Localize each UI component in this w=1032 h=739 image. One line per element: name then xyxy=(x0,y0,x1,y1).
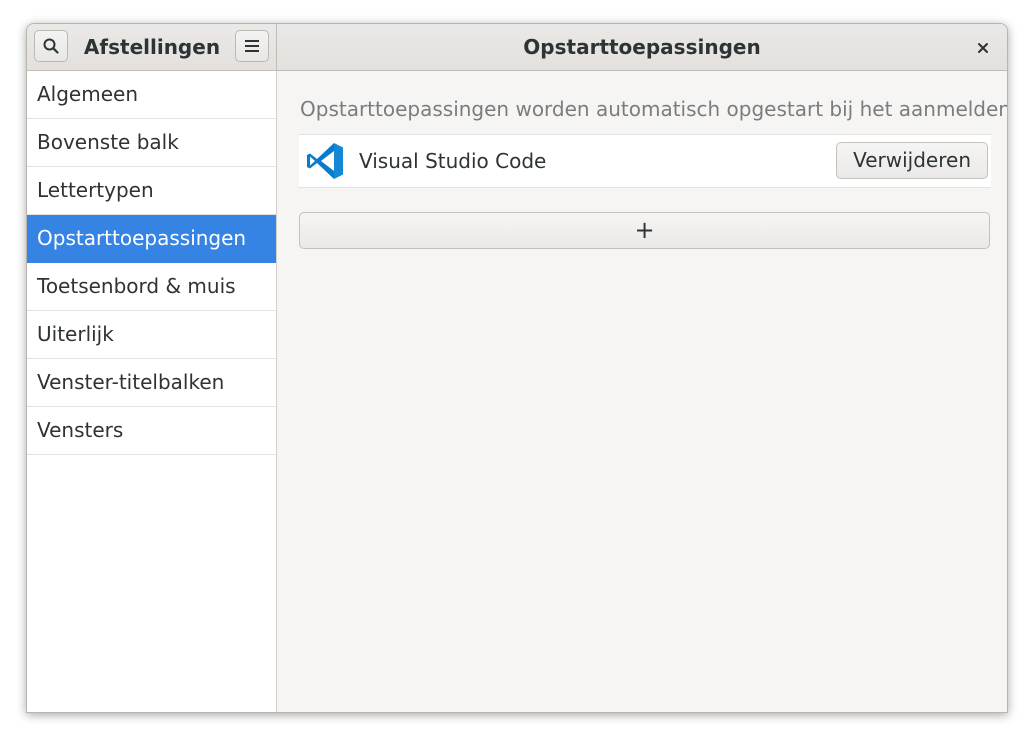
tweaks-window: Afstellingen Opstarttoepassingen Algemee… xyxy=(26,23,1008,713)
hamburger-menu-icon xyxy=(245,40,259,52)
close-icon xyxy=(978,43,988,53)
visual-studio-code-icon xyxy=(307,143,343,179)
app-name: Visual Studio Code xyxy=(359,149,547,173)
sidebar-title: Afstellingen xyxy=(83,35,221,59)
sidebar-item-vensters[interactable]: Vensters xyxy=(27,407,276,455)
sidebar-item-lettertypen[interactable]: Lettertypen xyxy=(27,167,276,215)
page-title: Opstarttoepassingen xyxy=(523,35,761,59)
main-content: Opstarttoepassingen worden automatisch o… xyxy=(277,71,1007,712)
search-button[interactable] xyxy=(34,30,68,62)
close-button[interactable] xyxy=(973,38,993,58)
sidebar-item-opstarttoepassingen[interactable]: Opstarttoepassingen xyxy=(27,215,276,263)
headerbar: Afstellingen Opstarttoepassingen xyxy=(27,24,1007,71)
sidebar-item-bovenste-balk[interactable]: Bovenste balk xyxy=(27,119,276,167)
remove-button[interactable]: Verwijderen xyxy=(836,142,988,179)
sidebar-item-uiterlijk[interactable]: Uiterlijk xyxy=(27,311,276,359)
sidebar-item-venster-titelbalken[interactable]: Venster-titelbalken xyxy=(27,359,276,407)
sidebar-item-toetsenbord-muis[interactable]: Toetsenbord & muis xyxy=(27,263,276,311)
sidebar-header: Afstellingen xyxy=(27,24,277,70)
search-icon xyxy=(43,38,59,54)
sidebar-item-algemeen[interactable]: Algemeen xyxy=(27,71,276,119)
menu-button[interactable] xyxy=(235,30,269,62)
description-text: Opstarttoepassingen worden automatisch o… xyxy=(300,97,1008,121)
sidebar: Algemeen Bovenste balk Lettertypen Opsta… xyxy=(27,71,277,712)
add-startup-app-button[interactable]: + xyxy=(299,212,990,249)
startup-app-row: Visual Studio Code Verwijderen xyxy=(299,134,991,188)
